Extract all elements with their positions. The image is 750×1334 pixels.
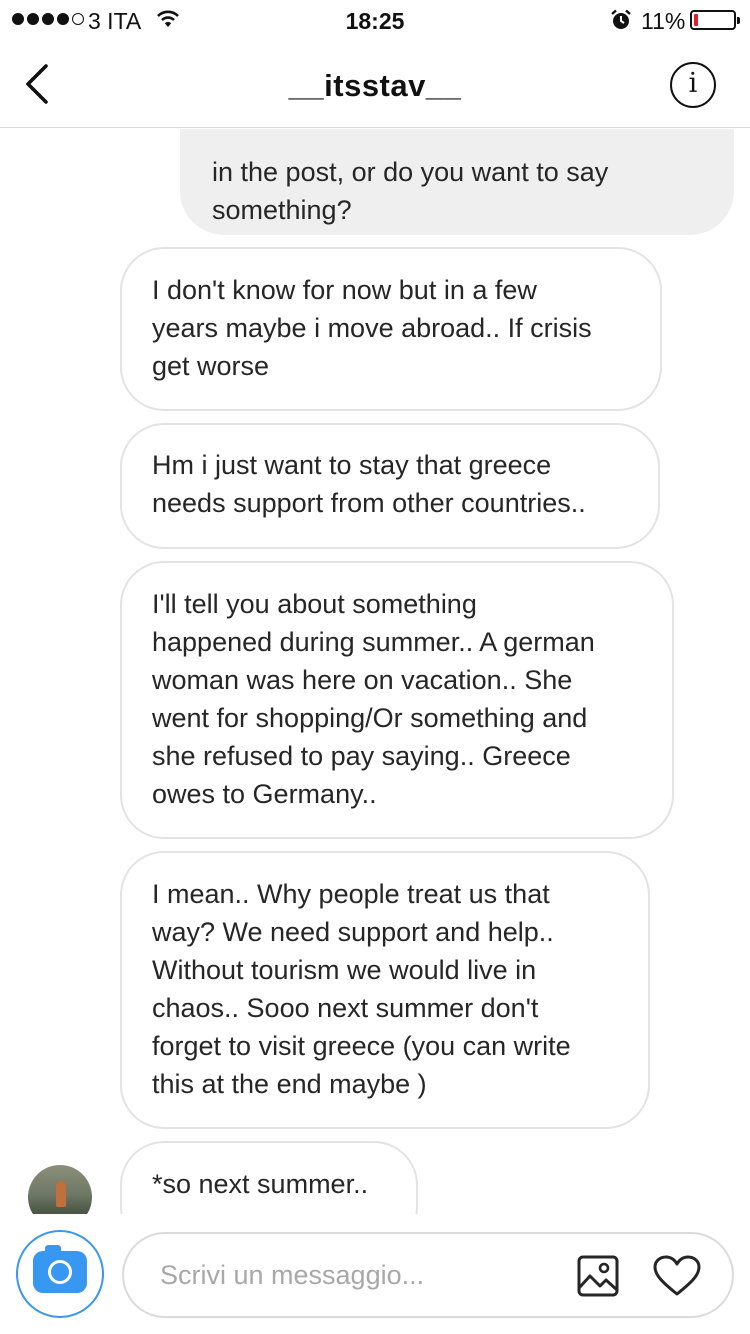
battery-icon [690,10,740,30]
status-bar: 3 ITA 18:25 11% [0,0,750,40]
incoming-message-bubble[interactable]: I don't know for now but in a few years … [120,247,662,411]
message-input-placeholder: Scrivi un messaggio... [160,1260,425,1290]
incoming-message-bubble[interactable]: *so next summer.. [120,1141,418,1214]
battery-percent: 11% [641,8,686,34]
message-input[interactable]: Scrivi un messaggio... [122,1232,734,1318]
alarm-icon [610,9,632,37]
incoming-message-bubble[interactable]: I mean.. Why people treat us that way? W… [120,851,650,1129]
incoming-message-bubble[interactable]: I'll tell you about something happened d… [120,561,674,839]
camera-button[interactable] [16,1230,104,1318]
sender-avatar[interactable] [28,1165,92,1214]
chat-header: __itsstav__ i [0,40,750,128]
outgoing-message-bubble[interactable]: in the post, or do you want to say somet… [180,129,734,235]
chat-title[interactable]: __itsstav__ [0,68,750,104]
gallery-icon[interactable] [576,1254,620,1303]
info-button[interactable]: i [670,62,716,108]
heart-icon[interactable] [652,1254,702,1303]
message-list[interactable]: in the post, or do you want to say somet… [0,129,750,1214]
incoming-message-bubble[interactable]: Hm i just want to stay that greece needs… [120,423,660,549]
info-icon: i [688,68,698,99]
camera-icon [33,1245,87,1293]
clock: 18:25 [345,8,405,34]
battery-level-fill [694,14,698,26]
message-composer: Scrivi un messaggio... [0,1214,750,1334]
